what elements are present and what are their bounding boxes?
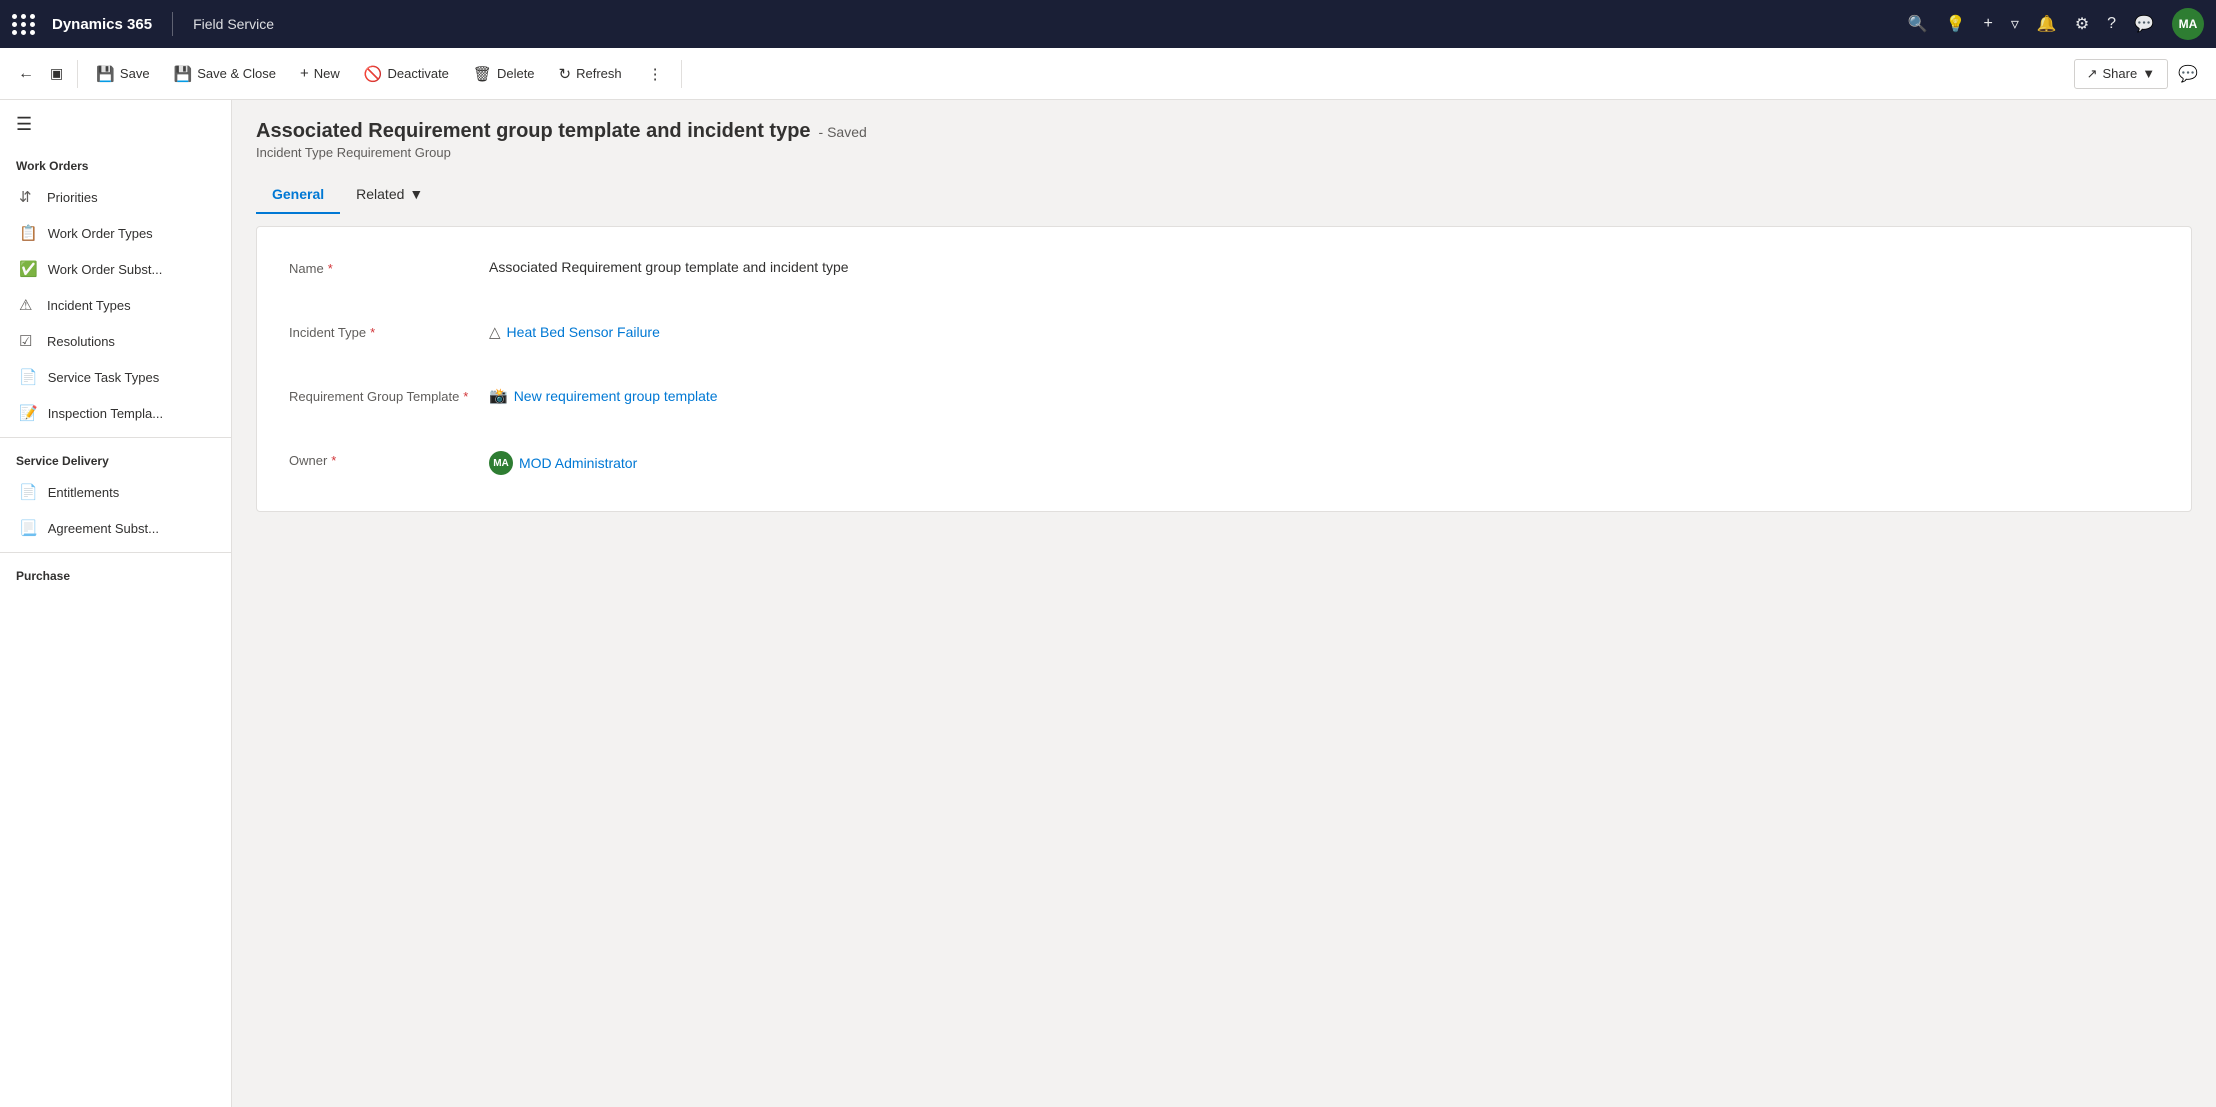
main-layout: ☰ Work Orders ⇵ Priorities 📋 Work Order … [0,100,2216,1107]
incident-type-required: * [370,325,375,340]
requirement-group-value: 📸 New requirement group template [489,383,2159,405]
share-icon: ↗ [2087,66,2098,82]
back-button[interactable]: ← [12,59,40,89]
warning-triangle-icon: △ [489,323,501,341]
sidebar: ☰ Work Orders ⇵ Priorities 📋 Work Order … [0,100,232,1107]
notification-icon[interactable]: 🔔 [2037,14,2057,34]
record-saved-status: - Saved [819,124,867,140]
template-icon: 📸 [489,387,508,405]
save-icon: 💾 [96,65,115,83]
save-close-icon: 💾 [174,65,193,83]
form-tabs: General Related ▼ [256,176,2192,214]
topbar-separator [172,12,173,36]
app-launcher-icon[interactable] [12,14,36,35]
sidebar-section-purchase: Purchase [0,559,231,589]
sidebar-item-work-order-subst[interactable]: ✅ Work Order Subst... [0,251,231,287]
tab-general[interactable]: General [256,176,340,214]
new-icon: + [300,65,309,82]
save-close-button[interactable]: 💾 Save & Close [164,59,286,89]
commandbar: ← ▣ 💾 Save 💾 Save & Close + New 🚫 Deacti… [0,48,2216,100]
cmd-sep-2 [681,60,682,88]
requirement-group-required: * [463,389,468,404]
lightbulb-icon[interactable]: 💡 [1946,14,1966,34]
record-title-row: Associated Requirement group template an… [256,120,2192,143]
chat-icon[interactable]: 💬 [2134,14,2154,34]
chat-record-button[interactable]: 💬 [2172,58,2204,90]
incident-types-icon: ⚠ [19,296,37,314]
sidebar-section-service-delivery: Service Delivery [0,444,231,474]
share-button[interactable]: ↗ Share ▼ [2074,59,2168,89]
new-button[interactable]: + New [290,59,350,88]
delete-icon: 🗑 [473,65,492,83]
owner-required: * [331,453,336,468]
name-label: Name * [289,255,489,276]
sidebar-item-agreement-subst[interactable]: 📃 Agreement Subst... [0,510,231,546]
sidebar-item-resolutions[interactable]: ☑ Resolutions [0,323,231,359]
service-task-types-icon: 📄 [19,368,38,386]
incident-type-value: △ Heat Bed Sensor Failure [489,319,2159,341]
incident-type-link[interactable]: △ Heat Bed Sensor Failure [489,323,2159,341]
share-chevron-icon: ▼ [2142,66,2155,81]
module-title: Field Service [193,16,274,32]
work-order-subst-icon: ✅ [19,260,38,278]
incident-type-label: Incident Type * [289,319,489,340]
delete-button[interactable]: 🗑 Delete [463,59,545,89]
inspection-templates-icon: 📝 [19,404,38,422]
entitlements-icon: 📄 [19,483,38,501]
owner-label: Owner * [289,447,489,468]
settings-icon[interactable]: ⚙ [2075,14,2089,34]
tab-related[interactable]: Related ▼ [340,176,439,214]
resolutions-icon: ☑ [19,332,37,350]
record-subtitle: Incident Type Requirement Group [256,145,2192,160]
filter-icon[interactable]: ▿ [2011,14,2019,34]
owner-link[interactable]: MA MOD Administrator [489,451,2159,475]
topbar: Dynamics 365 Field Service 🔍 💡 + ▿ 🔔 ⚙ ?… [0,0,2216,48]
name-required: * [328,261,333,276]
more-button[interactable]: ⋮ [638,59,673,89]
search-icon[interactable]: 🔍 [1908,14,1928,34]
topbar-actions: 🔍 💡 + ▿ 🔔 ⚙ ? 💬 MA [1908,8,2204,40]
owner-avatar: MA [489,451,513,475]
app-title: Dynamics 365 [52,16,152,33]
owner-field-row: Owner * MA MOD Administrator [289,447,2159,483]
cmd-sep-1 [77,60,78,88]
more-icon: ⋮ [648,65,663,83]
sidebar-item-priorities[interactable]: ⇵ Priorities [0,179,231,215]
sidebar-item-work-order-types[interactable]: 📋 Work Order Types [0,215,231,251]
owner-value: MA MOD Administrator [489,447,2159,475]
deactivate-button[interactable]: 🚫 Deactivate [354,59,459,89]
requirement-group-field-row: Requirement Group Template * 📸 New requi… [289,383,2159,419]
sidebar-item-incident-types[interactable]: ⚠ Incident Types [0,287,231,323]
expand-button[interactable]: ▣ [44,59,69,88]
form-card: Name * Associated Requirement group temp… [256,226,2192,512]
sidebar-item-inspection-templates[interactable]: 📝 Inspection Templa... [0,395,231,431]
sidebar-divider-2 [0,552,231,553]
chat-bubble-icon: 💬 [2178,66,2198,83]
sidebar-item-service-task-types[interactable]: 📄 Service Task Types [0,359,231,395]
content-area: Associated Requirement group template an… [232,100,2216,1107]
record-header: Associated Requirement group template an… [256,120,2192,160]
deactivate-icon: 🚫 [364,65,383,83]
priorities-icon: ⇵ [19,188,37,206]
agreement-subst-icon: 📃 [19,519,38,537]
sidebar-divider-1 [0,437,231,438]
incident-type-field-row: Incident Type * △ Heat Bed Sensor Failur… [289,319,2159,355]
refresh-button[interactable]: ↻ Refresh [549,59,632,89]
work-order-types-icon: 📋 [19,224,38,242]
sidebar-item-entitlements[interactable]: 📄 Entitlements [0,474,231,510]
save-button[interactable]: 💾 Save [86,59,159,89]
sidebar-section-work-orders: Work Orders [0,149,231,179]
add-icon[interactable]: + [1984,15,1993,33]
related-chevron-icon: ▼ [409,186,423,202]
requirement-group-link[interactable]: 📸 New requirement group template [489,387,2159,405]
name-value: Associated Requirement group template an… [489,255,2159,275]
name-field-row: Name * Associated Requirement group temp… [289,255,2159,291]
help-icon[interactable]: ? [2107,15,2116,33]
record-title: Associated Requirement group template an… [256,120,811,143]
user-avatar[interactable]: MA [2172,8,2204,40]
refresh-icon: ↻ [559,65,572,83]
hamburger-menu-button[interactable]: ☰ [0,100,231,149]
requirement-group-label: Requirement Group Template * [289,383,489,404]
